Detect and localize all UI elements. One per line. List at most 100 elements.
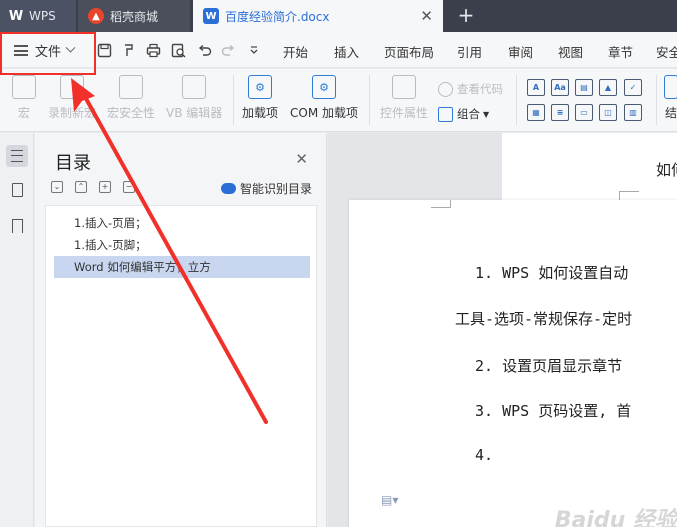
tab-document[interactable]: W 百度经验简介.docx ✕: [193, 0, 443, 32]
document-page[interactable]: 1. WPS 如何设置自动 工具-选项-常规保存-定时 2. 设置页眉显示章节 …: [349, 200, 677, 527]
scrollbar-control-icon[interactable]: ▥: [624, 104, 642, 121]
macro-icon: [12, 75, 36, 99]
record-macro-button[interactable]: 录制新宏: [48, 75, 96, 121]
group-label: 组合: [457, 107, 480, 121]
smart-toc-label: 智能识别目录: [240, 182, 313, 196]
bookmarks-toggle[interactable]: [6, 215, 28, 237]
vb-editor-label: VB 编辑器: [166, 106, 223, 120]
page-thumbnails-toggle[interactable]: [6, 179, 28, 201]
vb-editor-button[interactable]: VB 编辑器: [166, 75, 222, 121]
print-icon[interactable]: [143, 40, 163, 60]
tab-wps-label: WPS: [29, 9, 56, 23]
ai-eye-icon: [221, 183, 236, 194]
button-control-icon[interactable]: ▭: [575, 104, 593, 121]
date-control-icon[interactable]: ▦: [527, 104, 545, 121]
document-canvas: 如何 1. WPS 如何设置自动 工具-选项-常规保存-定时 2. 设置页眉显示…: [328, 133, 677, 527]
rich-text-control-icon[interactable]: Aa: [551, 79, 569, 96]
toc-title: 目录: [55, 153, 91, 174]
dropdown-caret-icon: ▼: [483, 109, 490, 119]
format-painter-icon[interactable]: [118, 40, 138, 60]
menu-references[interactable]: 引用: [457, 42, 482, 61]
menu-review[interactable]: 审阅: [508, 42, 533, 61]
redo-icon[interactable]: [218, 40, 238, 60]
toc-item-selected[interactable]: Word 如何编辑平方，立方: [54, 256, 310, 278]
com-gear-icon: ⚙: [312, 75, 336, 99]
doc-paragraph[interactable]: 4.: [475, 446, 493, 464]
collapse-all-icon[interactable]: ⌄: [51, 181, 63, 193]
doc-paragraph[interactable]: 1. WPS 如何设置自动: [475, 262, 628, 283]
writer-doc-icon: W: [203, 8, 219, 24]
print-preview-icon[interactable]: [168, 40, 188, 60]
developer-ribbon: 宏 录制新宏 宏安全性 VB 编辑器 ⚙ 加载项 ⚙ COM 加载项 控件属性 …: [0, 69, 677, 132]
save-icon[interactable]: [94, 40, 114, 60]
dropdown-list-control-icon[interactable]: ≡: [551, 104, 569, 121]
undo-icon[interactable]: [194, 40, 214, 60]
menu-chapter[interactable]: 章节: [608, 42, 633, 61]
menu-home[interactable]: 开始: [283, 42, 308, 61]
tab-docer-store[interactable]: ▲ 稻壳商城: [78, 0, 190, 32]
com-addins-label: COM 加载项: [290, 106, 358, 120]
combo-box-control-icon[interactable]: ▤: [575, 79, 593, 96]
file-menu-label: 文件: [35, 44, 62, 60]
ribbon-separator: [233, 75, 234, 125]
ribbon-separator: [369, 75, 370, 125]
group-dropdown[interactable]: 组合 ▼: [438, 106, 489, 122]
macro-security-button[interactable]: 宏安全性: [107, 75, 155, 121]
close-icon[interactable]: ✕: [295, 151, 308, 167]
flame-icon: ▲: [88, 8, 104, 24]
macro-security-label: 宏安全性: [107, 106, 156, 120]
customize-toolbar-icon[interactable]: [244, 40, 264, 60]
addins-button[interactable]: ⚙ 加载项: [242, 75, 278, 121]
remove-heading-icon[interactable]: −: [123, 181, 135, 193]
menu-view[interactable]: 视图: [558, 42, 583, 61]
smart-toc-button[interactable]: 智能识别目录: [221, 180, 312, 197]
chevron-down-icon: [65, 42, 76, 53]
vb-editor-icon: [182, 75, 207, 99]
menu-security[interactable]: 安全: [656, 42, 677, 61]
margin-corner-mark: [431, 200, 451, 208]
macro-label: 宏: [17, 106, 30, 120]
doc-paragraph[interactable]: 2. 设置页眉显示章节: [475, 355, 622, 376]
view-code-button[interactable]: 查看代码: [438, 81, 503, 97]
list-icon: [11, 150, 23, 162]
menu-bar: 文件 开始 插入 页面布局 引用 审阅 视图 章节 安全: [0, 32, 677, 68]
paragraph-layout-icon[interactable]: ▤▾: [381, 493, 398, 507]
control-properties-button[interactable]: 控件属性: [380, 75, 428, 121]
toc-item[interactable]: 1.插入-页眉；: [54, 212, 310, 234]
expand-level-icon[interactable]: ⌃: [75, 181, 87, 193]
file-menu-button[interactable]: 文件: [14, 40, 76, 60]
doc-paragraph[interactable]: 工具-选项-常规保存-定时: [455, 308, 632, 329]
view-code-icon: [438, 81, 453, 97]
group-icon: [438, 106, 453, 122]
label-control-icon[interactable]: ◫: [599, 104, 617, 121]
ribbon-overflow-button[interactable]: 结: [664, 75, 677, 121]
addins-label: 加载项: [242, 106, 279, 120]
view-code-label: 查看代码: [457, 82, 503, 96]
add-heading-icon[interactable]: +: [99, 181, 111, 193]
menu-page-layout[interactable]: 页面布局: [384, 42, 434, 61]
menu-insert[interactable]: 插入: [334, 42, 359, 61]
control-properties-label: 控件属性: [380, 106, 429, 120]
gear-icon: ⚙: [248, 75, 272, 99]
com-addins-button[interactable]: ⚙ COM 加载项: [290, 75, 358, 121]
navigation-rail: [0, 133, 34, 527]
record-macro-icon: [60, 75, 84, 99]
ribbon-separator: [516, 75, 517, 125]
overflow-icon: [664, 75, 677, 99]
close-tab-icon[interactable]: ✕: [420, 8, 433, 24]
wps-logo-icon: W: [8, 8, 24, 24]
toc-panel-toggle[interactable]: [6, 145, 28, 167]
macro-button[interactable]: 宏: [12, 75, 36, 121]
image-control-icon[interactable]: ▲: [599, 79, 617, 96]
tab-wps-home[interactable]: W WPS: [0, 0, 76, 32]
new-tab-button[interactable]: +: [455, 4, 477, 26]
shield-lock-icon: [119, 75, 143, 99]
control-properties-icon: [392, 75, 416, 99]
textbox-control-icon[interactable]: A: [527, 79, 545, 96]
checkbox-control-icon[interactable]: ✓: [624, 79, 642, 96]
toc-panel: 目录 ✕ ⌄ ⌃ + − 智能识别目录 1.插入-页眉； 1.插入-页脚； Wo…: [35, 133, 327, 527]
toc-item[interactable]: 1.插入-页脚；: [54, 234, 310, 256]
page-text-fragment: 如何: [656, 161, 677, 179]
record-macro-label: 录制新宏: [48, 106, 97, 120]
doc-paragraph[interactable]: 3. WPS 页码设置, 首: [475, 400, 631, 421]
